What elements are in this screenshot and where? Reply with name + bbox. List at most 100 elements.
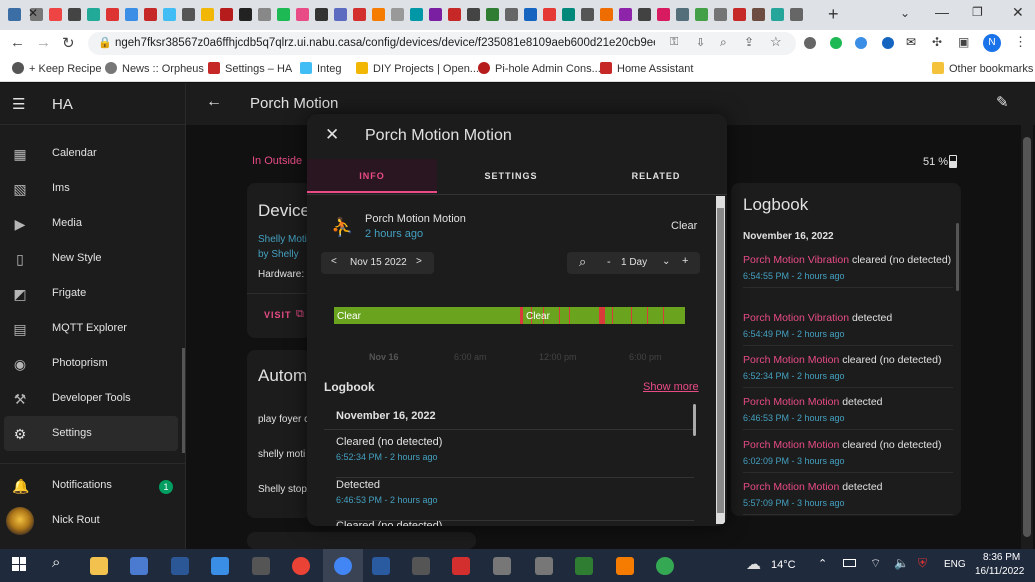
browser-tab-favicon[interactable] bbox=[277, 8, 290, 21]
range-plus[interactable]: + bbox=[682, 255, 688, 267]
app-icon[interactable] bbox=[616, 557, 634, 575]
minimize-button[interactable]: — bbox=[935, 4, 949, 20]
logbook-entry[interactable]: Porch Motion Motion cleared (no detected… bbox=[743, 438, 953, 473]
sidebar-item-developer-tools[interactable]: ⚒ Developer Tools bbox=[0, 381, 186, 416]
browser-tab-favicon[interactable] bbox=[220, 8, 233, 21]
browser-tab-favicon[interactable] bbox=[201, 8, 214, 21]
device-model[interactable]: Shelly Moti bbox=[258, 234, 307, 245]
zoom-icon[interactable]: ⌕ bbox=[720, 35, 727, 50]
zoom-out-icon[interactable]: ⌕ bbox=[579, 254, 586, 270]
browser-tab-favicon[interactable] bbox=[372, 8, 385, 21]
visit-button[interactable]: VISIT bbox=[264, 310, 292, 320]
browser-tab-favicon[interactable] bbox=[657, 8, 670, 21]
entity-link[interactable]: Porch Motion Motion bbox=[743, 439, 839, 451]
sidebar-item-mqtt-explorer[interactable]: ▤ MQTT Explorer bbox=[0, 311, 186, 346]
bookmark-item[interactable]: Home Assistant bbox=[600, 62, 693, 75]
windows-start-icon[interactable] bbox=[12, 557, 26, 571]
clock-time[interactable]: 8:36 PM bbox=[983, 552, 1020, 563]
menu-icon[interactable]: ⋮ bbox=[1014, 34, 1027, 50]
logbook-entry[interactable]: Porch Motion Motion detected 6:46:53 PM -… bbox=[743, 395, 953, 430]
device-manufacturer[interactable]: by Shelly bbox=[258, 249, 299, 260]
browser-tab-favicon[interactable] bbox=[733, 8, 746, 21]
chrome-icon[interactable] bbox=[334, 557, 352, 575]
entity-link[interactable]: Porch Motion Motion bbox=[743, 354, 839, 366]
logbook-entry[interactable]: Porch Motion Motion cleared (no detected… bbox=[743, 353, 953, 388]
entity-link[interactable]: Porch Motion Vibration bbox=[743, 312, 849, 324]
sidebar-item-ims[interactable]: ▧ Ims bbox=[0, 171, 186, 206]
back-arrow-icon[interactable]: ← bbox=[206, 93, 222, 111]
seven-icon[interactable] bbox=[575, 557, 593, 575]
browser-tab-favicon[interactable] bbox=[315, 8, 328, 21]
sidebar-item-calendar[interactable]: ▦ Calendar bbox=[0, 136, 186, 171]
browser-tab-favicon[interactable] bbox=[790, 8, 803, 21]
puzzle-icon[interactable]: ✣ bbox=[932, 35, 942, 49]
sidebar-item-settings[interactable]: ⚙ Settings bbox=[4, 416, 178, 451]
menu-icon[interactable]: ☰ bbox=[12, 95, 25, 113]
browser-tab-favicon[interactable] bbox=[619, 8, 632, 21]
install-icon[interactable]: ⇩ bbox=[696, 36, 705, 49]
close-icon[interactable]: ✕ bbox=[325, 125, 339, 145]
browser-tab-favicon[interactable] bbox=[714, 8, 727, 21]
language-indicator[interactable]: ENG bbox=[944, 559, 966, 570]
store-icon[interactable] bbox=[211, 557, 229, 575]
forward-icon[interactable]: → bbox=[36, 34, 51, 51]
automation-item[interactable]: Shelly stop bbox=[258, 484, 307, 495]
browser-tab-favicon[interactable] bbox=[125, 8, 138, 21]
logbook-entry[interactable]: Porch Motion Motion detected 5:57:09 PM -… bbox=[743, 480, 953, 515]
entity-link[interactable]: Porch Motion Motion bbox=[743, 396, 839, 408]
bookmark-item[interactable]: + Keep Recipe bbox=[12, 62, 101, 75]
tab-settings[interactable]: SETTINGS bbox=[447, 159, 575, 193]
chevron-down-icon[interactable]: ⌄ bbox=[662, 256, 670, 267]
page-scroll-thumb[interactable] bbox=[1023, 137, 1031, 537]
external-link-icon[interactable]: ⧉ bbox=[296, 308, 304, 321]
key-icon[interactable]: ⚿ bbox=[670, 36, 678, 49]
tab-info[interactable]: INFO bbox=[307, 159, 437, 193]
reload-icon[interactable]: ↻ bbox=[62, 34, 75, 52]
settings-icon[interactable] bbox=[535, 557, 553, 575]
xcode-icon[interactable] bbox=[412, 557, 430, 575]
sidepanel-icon[interactable]: ▣ bbox=[958, 35, 969, 49]
close-tab-icon[interactable]: ✕ bbox=[28, 6, 38, 20]
browser-tab-favicon[interactable] bbox=[448, 8, 461, 21]
profile-avatar[interactable]: N bbox=[983, 34, 1001, 52]
chrome-icon[interactable] bbox=[292, 557, 310, 575]
browser-tab-favicon[interactable] bbox=[600, 8, 613, 21]
network-app-icon[interactable] bbox=[130, 557, 148, 575]
extension-icon[interactable] bbox=[855, 37, 867, 49]
sidebar-item-photoprism[interactable]: ◉ Photoprism bbox=[0, 346, 186, 381]
wifi-icon[interactable]: ⌔ bbox=[870, 556, 881, 571]
browser-tab-favicon[interactable] bbox=[581, 8, 594, 21]
logbook-entry[interactable]: Porch Motion Vibration cleared (no detec… bbox=[743, 253, 953, 288]
sidebar-item-media[interactable]: ▶ Media bbox=[0, 206, 186, 241]
logbook-entry[interactable]: Cleared (no detected) bbox=[336, 520, 694, 526]
timeline-bar-detected[interactable] bbox=[520, 307, 523, 324]
bookmark-item[interactable]: Integ bbox=[300, 62, 341, 75]
network-icon[interactable]: ⛨ bbox=[918, 556, 927, 571]
dialog-scroll-thumb[interactable] bbox=[717, 208, 724, 513]
timeline-bar-detected[interactable] bbox=[569, 307, 570, 324]
browser-tab-favicon[interactable] bbox=[752, 8, 765, 21]
browser-tab-favicon[interactable] bbox=[429, 8, 442, 21]
logbook-entry[interactable]: Detected 6:46:53 PM - 2 hours ago bbox=[336, 479, 694, 521]
browser-tab-favicon[interactable] bbox=[467, 8, 480, 21]
timeline-bar-detected[interactable] bbox=[663, 307, 664, 324]
back-icon[interactable]: ← bbox=[10, 34, 25, 51]
logbook-entry[interactable]: Porch Motion Vibration detected 6:54:49 P… bbox=[743, 311, 953, 346]
timeline-bar-detected[interactable] bbox=[612, 307, 613, 324]
search-icon[interactable]: ⌕ bbox=[52, 554, 60, 571]
edit-icon[interactable]: ✎ bbox=[996, 93, 1009, 111]
weather-temp[interactable]: 14°C bbox=[771, 559, 796, 571]
volume-icon[interactable]: 🔈 bbox=[894, 556, 909, 570]
browser-tab-favicon[interactable] bbox=[695, 8, 708, 21]
browser-tab-favicon[interactable] bbox=[638, 8, 651, 21]
browser-tab-favicon[interactable] bbox=[562, 8, 575, 21]
share-icon[interactable]: ⇪ bbox=[744, 35, 754, 49]
powershell-icon[interactable] bbox=[372, 557, 390, 575]
remote-icon[interactable] bbox=[493, 557, 511, 575]
entity-link[interactable]: Porch Motion Motion bbox=[743, 481, 839, 493]
browser-tab-favicon[interactable] bbox=[68, 8, 81, 21]
prev-date-icon[interactable]: < bbox=[331, 256, 337, 267]
browser-tab-favicon[interactable] bbox=[106, 8, 119, 21]
battery-tray-icon[interactable] bbox=[843, 559, 856, 567]
new-tab-button[interactable]: + bbox=[828, 4, 839, 25]
